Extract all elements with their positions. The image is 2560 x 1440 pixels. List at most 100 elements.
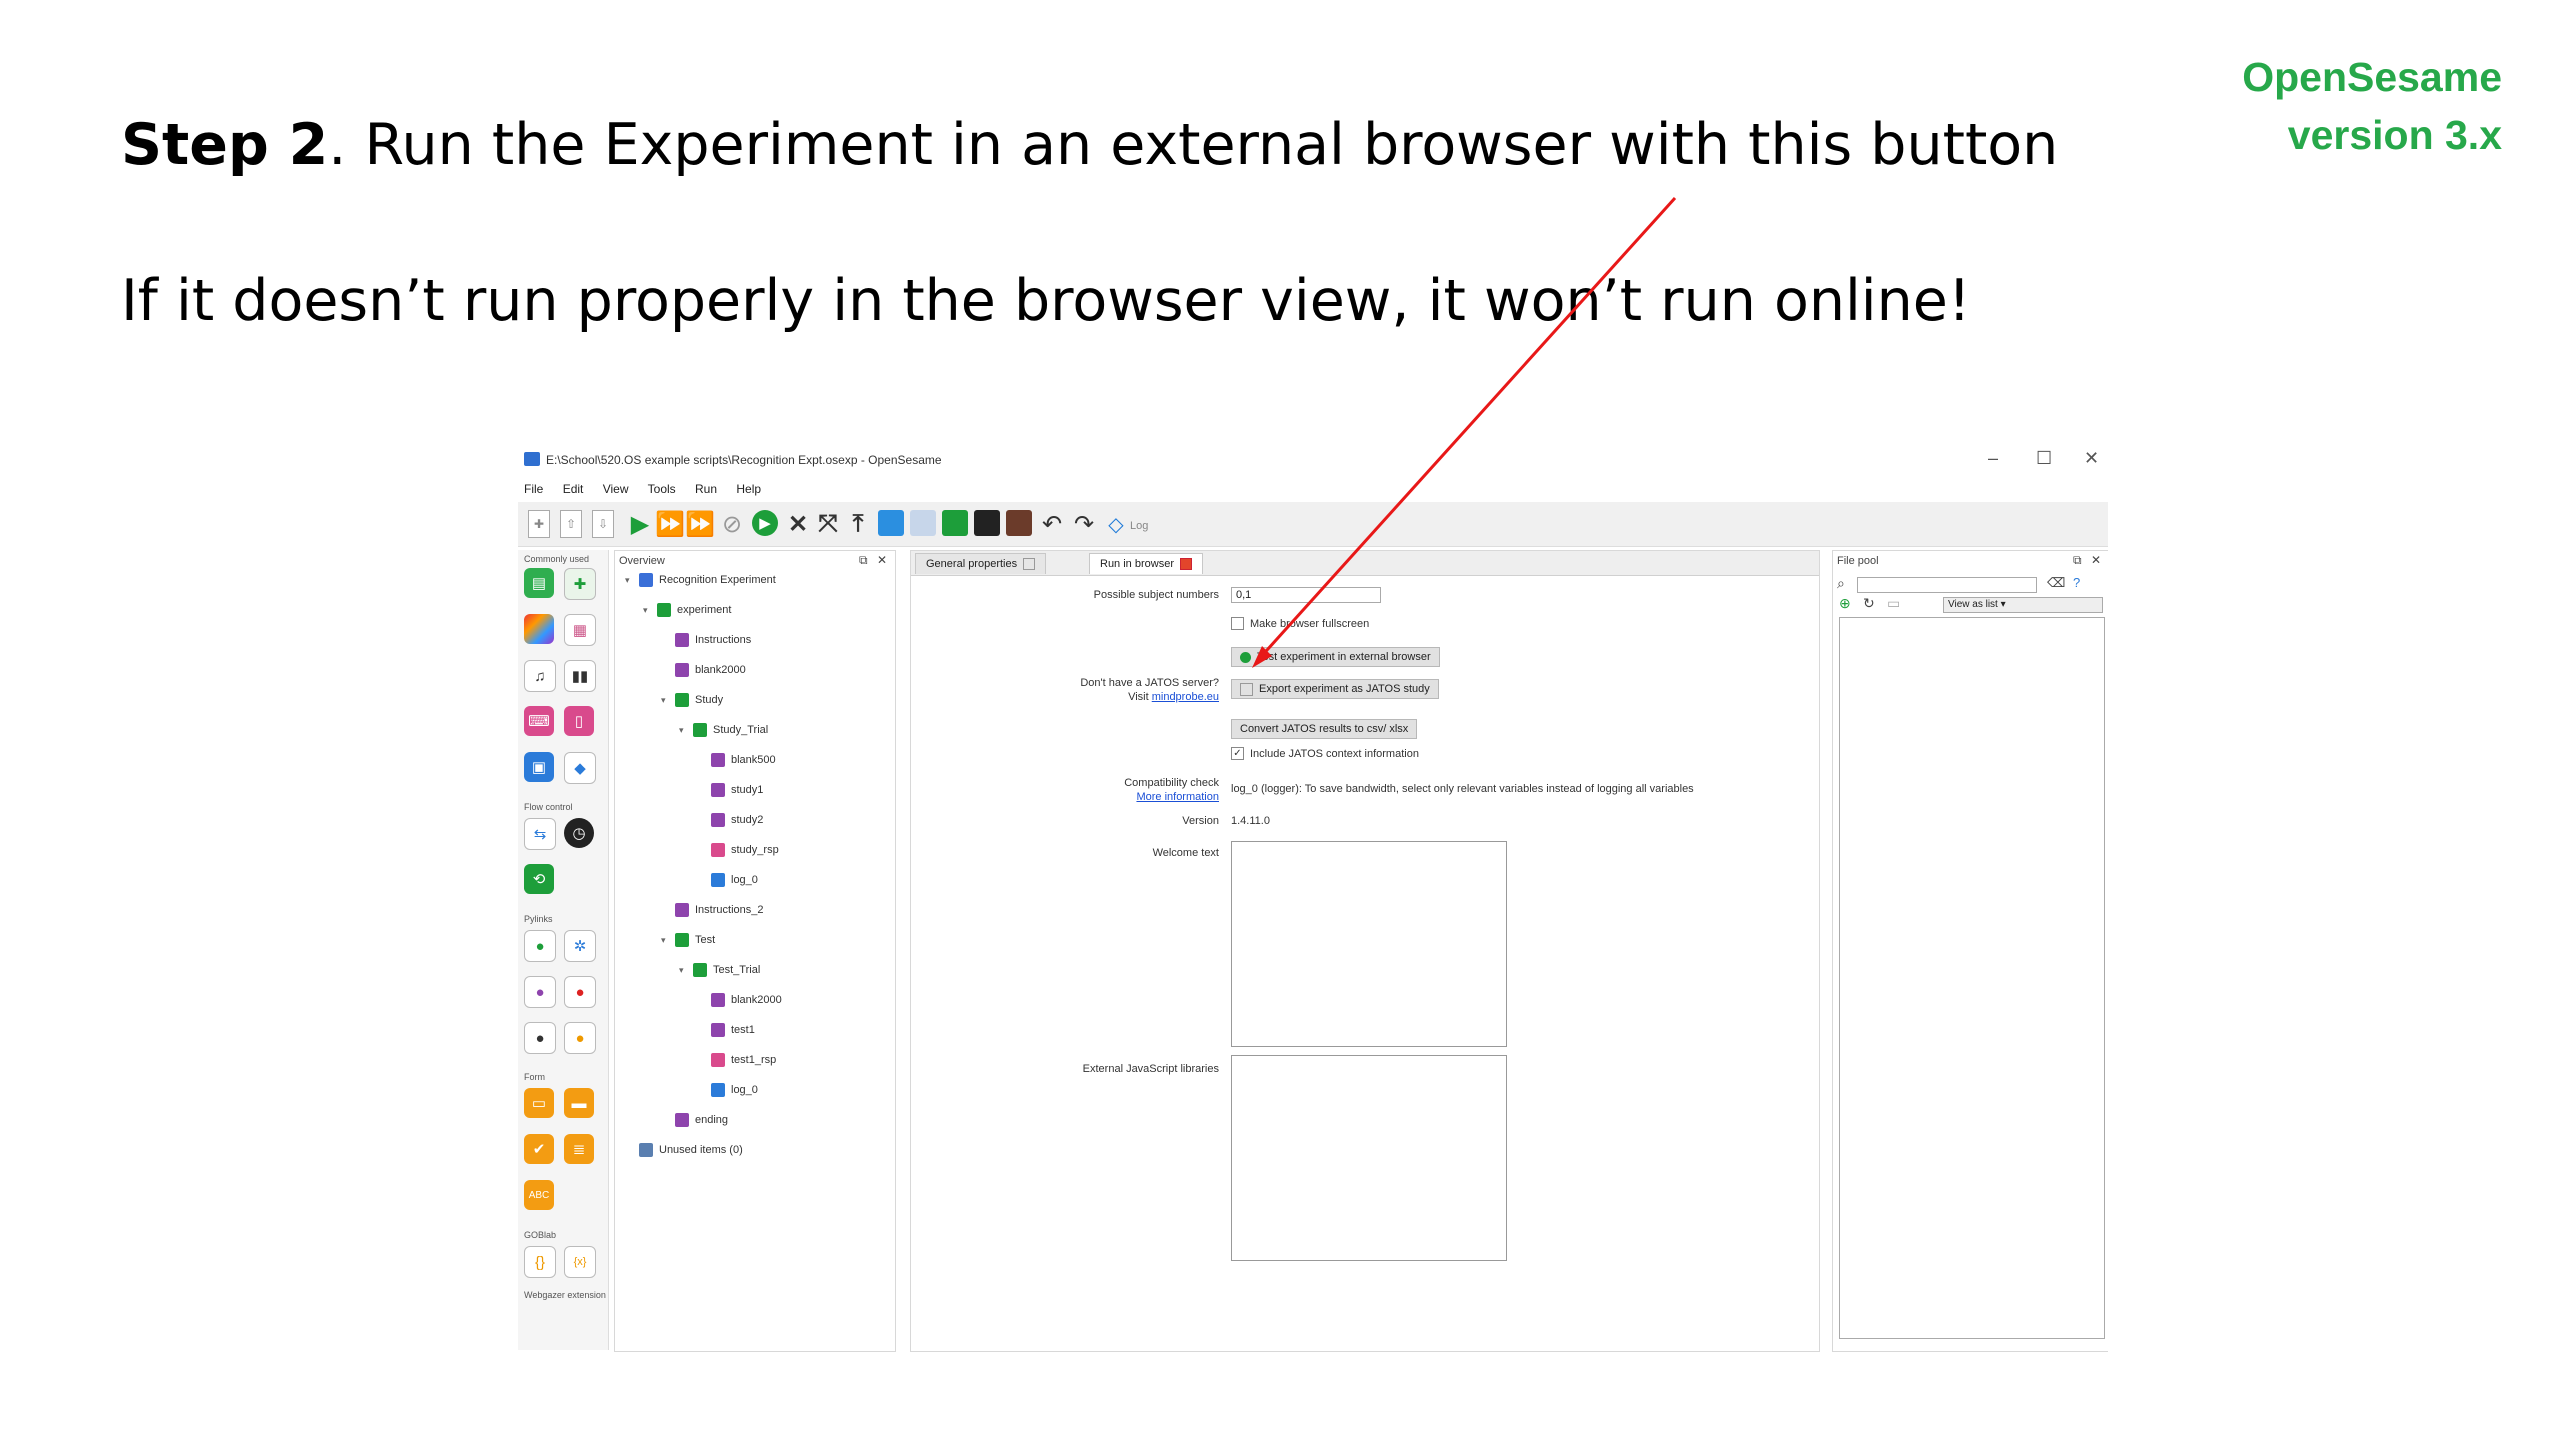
tree-item[interactable]: ▾ Test_Trial [679, 963, 760, 977]
expand-toggle-icon[interactable]: ▾ [625, 575, 635, 586]
tab-general-properties[interactable]: General properties [915, 553, 1047, 574]
menu-help[interactable]: Help [736, 482, 761, 496]
fullscreen-toggle-icon[interactable]: ⤧ [814, 510, 842, 538]
repeat-cycle-icon[interactable]: ⟲ [524, 864, 554, 894]
file-pool-list[interactable] [1839, 617, 2105, 1339]
tree-item[interactable]: study2 [697, 813, 763, 827]
sampler-item-icon[interactable]: ♫ [524, 660, 556, 692]
welcome-text-area[interactable] [1231, 841, 1507, 1047]
mouse-response-icon[interactable]: ▯ [564, 706, 594, 736]
folder-icon[interactable]: ▭ [1887, 595, 1900, 612]
add-file-icon[interactable]: ⊕ [1839, 595, 1851, 612]
sketchpad-item-icon[interactable] [524, 614, 554, 644]
tree-item[interactable]: blank2000 [661, 663, 746, 677]
minimize-button[interactable]: – [1988, 448, 1998, 469]
menu-run[interactable]: Run [695, 482, 717, 496]
upload-icon[interactable]: ⤒ [844, 510, 872, 538]
overview-area-icon[interactable] [878, 510, 904, 536]
external-js-area[interactable] [1231, 1055, 1507, 1261]
close-overview-icon[interactable]: ✕ [877, 553, 887, 567]
eyetracker-start-icon[interactable]: ● [524, 976, 556, 1008]
file-pool-search-input[interactable] [1857, 577, 2037, 593]
maximize-button[interactable]: ☐ [2036, 448, 2052, 469]
tree-item[interactable]: blank2000 [697, 993, 782, 1007]
tab-run-in-browser[interactable]: Run in browser [1089, 553, 1203, 574]
menu-edit[interactable]: Edit [563, 482, 584, 496]
run-fullscreen-icon[interactable]: ▶ [626, 510, 654, 538]
loop-item-icon[interactable]: ✚ [564, 568, 596, 600]
more-information-link[interactable]: More information [1136, 791, 1219, 803]
form-text-input-icon[interactable]: ABC [524, 1180, 554, 1210]
log-label[interactable]: Log [1130, 520, 1148, 532]
eyetracker-log-icon[interactable]: ● [524, 1022, 556, 1054]
close-tab-icon[interactable] [1023, 558, 1036, 571]
expand-toggle-icon[interactable]: ▾ [661, 935, 671, 946]
form-base-icon[interactable]: ▭ [524, 1088, 554, 1118]
feedback-item-icon[interactable]: ▦ [564, 614, 596, 646]
logger-item-icon[interactable]: ▣ [524, 752, 554, 782]
sequence-item-icon[interactable]: ▤ [524, 568, 554, 598]
export-jatos-button[interactable]: Export experiment as JATOS study [1231, 679, 1439, 699]
expand-toggle-icon[interactable]: ▾ [679, 965, 689, 976]
tree-item[interactable]: test1_rsp [697, 1053, 776, 1067]
tree-item[interactable]: Unused items (0) [625, 1143, 743, 1157]
kill-icon[interactable]: ✕ [784, 510, 812, 538]
view-mode-select[interactable]: View as list ▾ [1943, 597, 2103, 613]
clear-search-icon[interactable]: ⌫ [2047, 575, 2065, 591]
menu-view[interactable]: View [603, 482, 629, 496]
open-file-icon[interactable]: ⇧ [560, 510, 582, 538]
tree-item[interactable]: ▾ Study [661, 693, 723, 707]
diamond-icon[interactable]: ◇ [1102, 510, 1130, 538]
menu-tools[interactable]: Tools [648, 482, 676, 496]
subject-numbers-input[interactable]: 0,1 [1231, 587, 1381, 603]
tree-item[interactable]: study1 [697, 783, 763, 797]
inline-script-icon[interactable]: ◆ [564, 752, 596, 784]
synth-item-icon[interactable]: ▮▮ [564, 660, 596, 692]
expand-toggle-icon[interactable]: ▾ [679, 725, 689, 736]
tree-item[interactable]: ▾ Study_Trial [679, 723, 768, 737]
mindprobe-link[interactable]: mindprobe.eu [1152, 691, 1219, 703]
tree-item[interactable]: test1 [697, 1023, 755, 1037]
fullscreen-checkbox-box[interactable] [1231, 617, 1244, 630]
tree-item[interactable]: log_0 [697, 873, 758, 887]
parallel-item-icon[interactable]: ⇆ [524, 818, 556, 850]
fullscreen-checkbox[interactable]: Make browser fullscreen [1231, 617, 1369, 630]
undock-overview-icon[interactable]: ⧉ [859, 553, 868, 568]
new-file-icon[interactable]: ✚ [528, 510, 550, 538]
undo-icon[interactable]: ↶ [1038, 510, 1066, 538]
include-jatos-context-checkbox[interactable]: ✓ Include JATOS context information [1231, 747, 1419, 760]
variable-inspector-icon[interactable] [942, 510, 968, 536]
tree-item[interactable]: ▾ experiment [643, 603, 731, 617]
tree-item[interactable]: log_0 [697, 1083, 758, 1097]
help-icon[interactable]: ? [2073, 575, 2080, 590]
eyetracker-stop-icon[interactable]: ● [564, 976, 596, 1008]
extension-manager-icon[interactable] [1006, 510, 1032, 536]
expand-toggle-icon[interactable]: ▾ [661, 695, 671, 706]
tree-item[interactable]: ending [661, 1113, 728, 1127]
refresh-icon[interactable]: ↻ [1863, 595, 1875, 612]
redo-icon[interactable]: ↷ [1070, 510, 1098, 538]
goblab-braces-icon[interactable]: {} [524, 1246, 556, 1278]
close-tab-icon[interactable] [1179, 558, 1192, 571]
tree-item[interactable]: ▾ Recognition Experiment [625, 573, 776, 587]
timer-item-icon[interactable]: ◷ [564, 818, 594, 848]
quick-run-icon[interactable]: ⏩ [685, 510, 715, 538]
tree-item[interactable]: Instructions_2 [661, 903, 763, 917]
menu-file[interactable]: File [524, 482, 543, 496]
tree-item[interactable]: study_rsp [697, 843, 779, 857]
close-filepool-icon[interactable]: ✕ [2091, 553, 2101, 567]
tree-item[interactable]: ▾ Test [661, 933, 715, 947]
eyetracker-calibrate-icon[interactable]: ✲ [564, 930, 596, 962]
file-pool-toggle-icon[interactable] [910, 510, 936, 536]
include-jatos-checkbox-box[interactable]: ✓ [1231, 747, 1244, 760]
expand-toggle-icon[interactable]: ▾ [643, 605, 653, 616]
close-window-button[interactable]: ✕ [2084, 448, 2099, 469]
debug-console-icon[interactable] [974, 510, 1000, 536]
form-text-display-icon[interactable]: ≣ [564, 1134, 594, 1164]
eyetracker-init-icon[interactable]: ● [524, 930, 556, 962]
eyetracker-wait-icon[interactable]: ● [564, 1022, 596, 1054]
save-file-icon[interactable]: ⇩ [592, 510, 614, 538]
abort-icon[interactable]: ⊘ [718, 510, 746, 538]
run-in-browser-icon[interactable]: ▶ [752, 510, 778, 536]
convert-jatos-results-button[interactable]: Convert JATOS results to csv/ xlsx [1231, 719, 1418, 739]
